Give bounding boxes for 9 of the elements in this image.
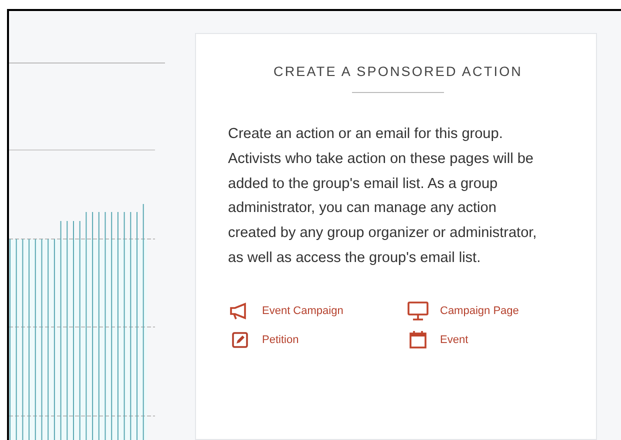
monitor-icon (407, 300, 429, 321)
pencil-icon (232, 332, 248, 348)
action-link[interactable]: Event (406, 330, 556, 350)
action-link[interactable]: Campaign Page (406, 300, 556, 321)
action-link[interactable]: Petition (228, 330, 406, 350)
card-title: CREATE A SPONSORED ACTION (272, 64, 524, 79)
action-link[interactable]: Event Campaign (228, 300, 406, 321)
card-description: Create an action or an email for this group. Activists who take action on these pages will be added to the group's email list. As a group administrator, you can manage any action created by any group organizer or administrator, as well as access the group's email list. (228, 125, 538, 268)
calendar-icon (409, 330, 427, 350)
